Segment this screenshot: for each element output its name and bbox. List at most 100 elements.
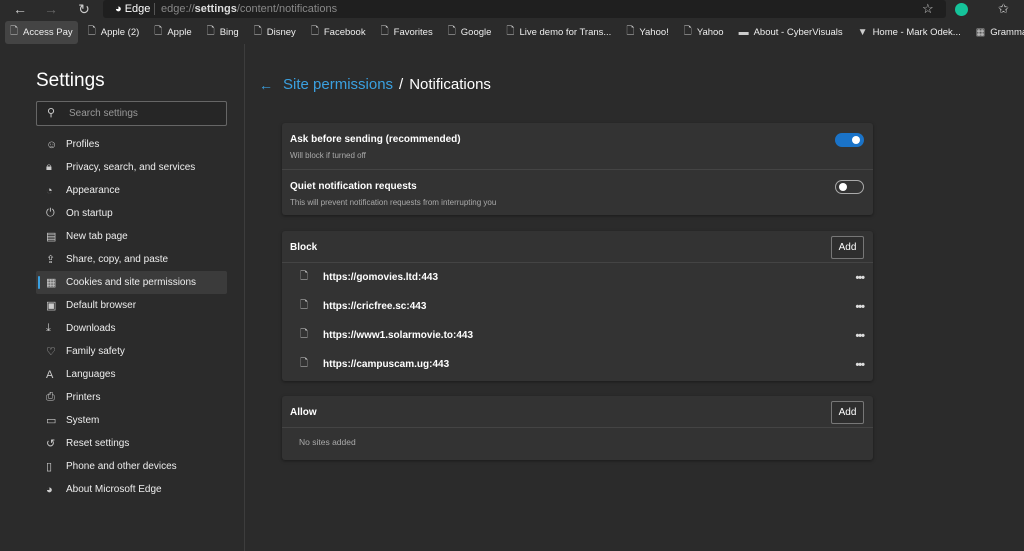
page-icon: 🗋 — [300, 358, 309, 369]
allow-add-button[interactable]: Add — [831, 401, 864, 424]
sidebar-item-appearance[interactable]: ◔ Appearance — [36, 179, 227, 202]
search-placeholder: Search settings — [69, 108, 138, 119]
page-icon: 🗋 — [253, 25, 262, 37]
bookmark-label: Apple (2) — [100, 26, 140, 38]
sidebar-item-label: Family safety — [66, 346, 125, 357]
sidebar-item-languages[interactable]: A Languages — [36, 363, 227, 386]
allow-title: Allow — [290, 407, 317, 418]
ask-before-sending-toggle[interactable] — [835, 133, 864, 147]
sidebar-item-cookies-and-site-permissions[interactable]: ▦ Cookies and site permissions — [36, 271, 227, 294]
sidebar-item-reset-settings[interactable]: ↺ Reset settings — [36, 432, 227, 455]
bookmark-item[interactable]: 🗋 Facebook — [306, 21, 371, 44]
sidebar-item-default-browser[interactable]: ▣ Default browser — [36, 294, 227, 317]
sidebar-item-label: Printers — [66, 392, 101, 403]
bookmark-label: About - CyberVisuals — [753, 26, 843, 38]
microsoft-icon: ▦ — [975, 26, 986, 38]
more-options-icon[interactable]: ••• — [855, 330, 865, 342]
bookmark-item[interactable]: 🗋 Favorites — [376, 21, 438, 44]
bookmark-item[interactable]: 🗋 Google — [443, 21, 497, 44]
cookies-icon: ▦ — [46, 277, 57, 289]
bookmark-label: Bing — [219, 26, 239, 38]
back-arrow-icon[interactable]: ← — [259, 77, 273, 93]
profile-icon: ☺ — [46, 138, 58, 151]
bookmark-item[interactable]: 🗋 Apple — [149, 21, 196, 44]
page-icon: 🗋 — [626, 25, 635, 37]
blocked-site-row: 🗋 https://campuscam.ug:443 ••• — [282, 350, 873, 379]
sidebar-item-new-tab-page[interactable]: ▤ New tab page — [36, 225, 227, 248]
bookmark-label: Access Pay — [23, 26, 73, 38]
block-card: Block Add 🗋 https://gomovies.ltd:443 ••• 🗋 h… — [282, 231, 873, 381]
block-title: Block — [290, 242, 318, 253]
site-url: https://cricfree.sc:443 — [323, 301, 427, 312]
bookmark-item[interactable]: ▼ Home - Mark Odek... — [853, 24, 966, 41]
allow-header: Allow Add — [282, 396, 873, 428]
block-add-button[interactable]: Add — [831, 236, 864, 259]
toggle-title: Quiet notification requests — [290, 181, 417, 192]
bookmark-item[interactable]: ▬ About - CyberVisuals — [734, 24, 848, 41]
page-icon: 🗋 — [87, 25, 96, 37]
language-icon: A — [46, 368, 54, 381]
bookmark-label: Facebook — [323, 26, 366, 38]
forward-icon[interactable]: → — [41, 1, 61, 17]
bookmark-item[interactable]: 🗋 Apple (2) — [83, 21, 145, 44]
favorites-icon[interactable]: ✩ — [998, 1, 1009, 17]
bookmark-label: Grammarly for Micr... — [990, 26, 1024, 38]
blocked-site-row: 🗋 https://www1.solarmovie.to:443 ••• — [282, 321, 873, 350]
sidebar-item-label: Cookies and site permissions — [66, 277, 197, 288]
sidebar-item-privacy-search-and-services[interactable]: 🔒︎ Privacy, search, and services — [36, 156, 227, 179]
browser-icon: ▣ — [46, 300, 57, 312]
page-title: Settings — [36, 70, 105, 91]
bookmark-label: Live demo for Trans... — [519, 26, 612, 38]
quiet-requests-toggle[interactable] — [835, 180, 864, 194]
site-icon: ▼ — [857, 26, 868, 38]
bookmark-item[interactable]: ▦ Grammarly for Micr... — [971, 24, 1024, 41]
more-options-icon[interactable]: ••• — [855, 359, 865, 371]
allow-card: Allow Add No sites added — [282, 396, 873, 460]
breadcrumb-link[interactable]: Site permissions — [283, 76, 393, 93]
bookmark-item[interactable]: 🗋 Disney — [249, 21, 301, 44]
sidebar-item-printers[interactable]: ⎙ Printers — [36, 386, 227, 409]
sidebar-item-downloads[interactable]: ⤓ Downloads — [36, 317, 227, 340]
notification-toggles-card: Ask before sending (recommended) Will bl… — [282, 123, 873, 215]
more-options-icon[interactable]: ••• — [855, 272, 865, 284]
toggle-subtitle: Will block if turned off — [290, 151, 366, 160]
sidebar-item-on-startup[interactable]: ⏻ On startup — [36, 202, 227, 225]
palette-icon: ◔ — [46, 184, 53, 197]
page-icon: 🗋 — [300, 271, 309, 282]
sidebar-item-phone-and-other-devices[interactable]: ▯ Phone and other devices — [36, 455, 227, 478]
sidebar-item-share-copy-and-paste[interactable]: ⇪ Share, copy, and paste — [36, 248, 227, 271]
sidebar-item-about-microsoft-edge[interactable]: ◕ About Microsoft Edge — [36, 478, 227, 501]
sidebar-item-label: Privacy, search, and services — [66, 162, 196, 173]
newtab-icon: ▤ — [46, 231, 57, 243]
page-icon: 🗋 — [10, 25, 19, 37]
add-favorite-icon[interactable]: ☆ — [922, 1, 934, 17]
search-input[interactable]: ⚲ Search settings — [36, 101, 227, 126]
more-options-icon[interactable]: ••• — [855, 301, 865, 313]
site-url: https://www1.solarmovie.to:443 — [323, 330, 474, 341]
grammarly-icon[interactable] — [955, 3, 968, 16]
page-icon: 🗋 — [310, 25, 319, 37]
sidebar-item-label: Appearance — [66, 185, 120, 196]
sidebar-item-system[interactable]: ▭ System — [36, 409, 227, 432]
bookmark-item[interactable]: 🗋 Access Pay — [5, 20, 78, 44]
back-icon[interactable]: ← — [10, 1, 30, 17]
page-icon: 🗋 — [300, 300, 309, 311]
bookmark-item[interactable]: 🗋 Live demo for Trans... — [501, 21, 616, 44]
sidebar-item-label: System — [66, 415, 100, 426]
sidebar-item-profiles[interactable]: ☺ Profiles — [36, 133, 227, 156]
bookmark-label: Yahoo — [696, 26, 724, 38]
address-bar[interactable]: ◕ Edge edge://settings/content/notificat… — [103, 0, 946, 18]
bookmark-item[interactable]: 🗋 Yahoo — [679, 21, 729, 44]
sidebar-item-label: Default browser — [66, 300, 137, 311]
sidebar-item-label: New tab page — [66, 231, 128, 242]
bookmark-item[interactable]: 🗋 Bing — [202, 21, 244, 44]
bookmark-item[interactable]: 🗋 Yahoo! — [621, 21, 673, 44]
sidebar-item-label: Languages — [66, 369, 116, 380]
cv-icon: ▬ — [738, 26, 749, 38]
sidebar-item-label: About Microsoft Edge — [66, 484, 162, 495]
sidebar-item-family-safety[interactable]: ♡ Family safety — [36, 340, 227, 363]
title-bar: ← → ↻ ◕ Edge edge://settings/content/not… — [0, 0, 1024, 20]
refresh-icon[interactable]: ↻ — [74, 1, 94, 17]
bookmarks-bar: 🗋 Access Pay 🗋 Apple (2) 🗋 Apple 🗋 Bing 🗋 Disney 🗋… — [0, 20, 1024, 44]
breadcrumb: ← Site permissions / Notifications — [259, 76, 491, 93]
